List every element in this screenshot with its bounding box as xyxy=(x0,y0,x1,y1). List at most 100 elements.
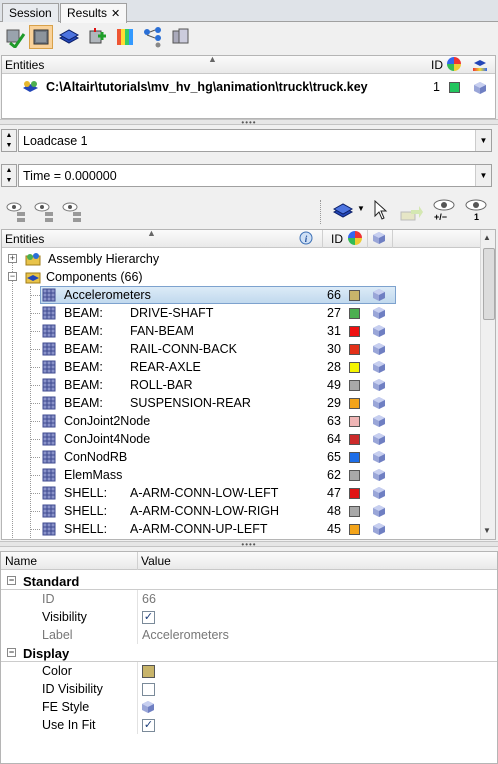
eye-hide-icon[interactable] xyxy=(33,200,57,227)
chevron-down-icon[interactable]: ▼ xyxy=(357,204,365,213)
loadcase-select[interactable]: Loadcase 1 ▼ xyxy=(18,129,492,152)
component-row[interactable]: BEAM: REAR-AXLE 28 xyxy=(2,358,480,376)
component-row[interactable]: ConJoint4Node 64 xyxy=(2,430,480,448)
component-row[interactable]: SHELL: A-ARM-CONN-UP-LEFT 45 xyxy=(2,520,480,538)
fe-style-icon[interactable] xyxy=(372,342,386,356)
chevron-down-icon[interactable]: ▼ xyxy=(475,165,491,186)
fe-style-icon[interactable] xyxy=(372,414,386,428)
tree-hierarchy-icon[interactable] xyxy=(141,25,165,49)
property-row[interactable]: Label Accelerometers xyxy=(1,626,497,644)
component-color-swatch[interactable] xyxy=(349,308,360,319)
component-color-swatch[interactable] xyxy=(349,470,360,481)
component-color-swatch[interactable] xyxy=(349,362,360,373)
component-color-swatch[interactable] xyxy=(349,326,360,337)
component-row[interactable]: BEAM: DRIVE-SHAFT 27 xyxy=(2,304,480,322)
scroll-thumb[interactable] xyxy=(483,248,495,320)
component-row[interactable]: ElemMass 62 xyxy=(2,466,480,484)
fe-style-icon[interactable] xyxy=(372,522,386,536)
fe-style-icon[interactable] xyxy=(372,378,386,392)
chevron-down-icon[interactable]: ▼ xyxy=(475,130,491,151)
tab-session[interactable]: Session xyxy=(2,3,59,22)
splitter-1[interactable]: •••• xyxy=(0,119,498,127)
fe-style-icon[interactable] xyxy=(372,288,386,302)
model-color-swatch[interactable] xyxy=(449,82,460,93)
splitter-2[interactable]: •••• xyxy=(0,541,498,549)
add-result-icon[interactable] xyxy=(85,25,109,49)
property-section[interactable]: − Display xyxy=(1,644,497,662)
tree-item-assembly-hierarchy[interactable]: + Assembly Hierarchy xyxy=(2,250,480,268)
eye-show-icon[interactable] xyxy=(5,200,29,227)
time-spinner[interactable]: ▲ ▼ xyxy=(1,164,17,187)
fe-style-icon[interactable] xyxy=(372,306,386,320)
model-fe-style-icon[interactable] xyxy=(473,81,487,95)
component-row[interactable]: SHELL: A-ARM-CONN-LOW-LEFT 47 xyxy=(2,484,480,502)
tree-item-components[interactable]: − Components (66) xyxy=(2,268,480,286)
id-column-header[interactable]: ID xyxy=(331,232,343,246)
apply-results-icon[interactable] xyxy=(3,25,27,49)
time-select[interactable]: Time = 0.000000 ▼ xyxy=(18,164,492,187)
fe-style-icon[interactable] xyxy=(141,700,155,714)
component-color-swatch[interactable] xyxy=(349,344,360,355)
property-row[interactable]: ID 66 xyxy=(1,590,497,608)
fe-style-icon[interactable] xyxy=(372,486,386,500)
open-model-icon[interactable] xyxy=(29,25,53,49)
fe-style-icon[interactable] xyxy=(372,360,386,374)
id-column-header[interactable]: ID xyxy=(431,58,443,72)
property-color-swatch[interactable] xyxy=(142,665,155,678)
collapse-icon[interactable]: − xyxy=(7,576,16,585)
property-row[interactable]: ID Visibility xyxy=(1,680,497,698)
close-icon[interactable]: ✕ xyxy=(111,8,120,20)
entities-column-header[interactable]: Entities xyxy=(5,58,44,72)
collapse-icon[interactable]: − xyxy=(8,272,17,281)
tab-results[interactable]: Results ✕ xyxy=(60,3,128,23)
fe-style-icon[interactable] xyxy=(372,504,386,518)
info-icon[interactable]: i xyxy=(299,231,313,248)
eye-toggle-icon[interactable] xyxy=(61,200,85,227)
model-row[interactable]: C:\Altair\tutorials\mv_hv_hg\animation\t… xyxy=(2,78,495,96)
layers-icon[interactable] xyxy=(332,202,354,223)
scroll-up-icon[interactable]: ▲ xyxy=(483,233,491,242)
name-column-header[interactable]: Name xyxy=(5,554,37,568)
export-icon[interactable] xyxy=(399,204,423,225)
component-row[interactable]: BEAM: SUSPENSION-REAR 29 xyxy=(2,394,480,412)
scroll-down-icon[interactable]: ▼ xyxy=(483,526,491,535)
fe-style-icon[interactable] xyxy=(372,432,386,446)
loadcase-spinner[interactable]: ▲ ▼ xyxy=(1,129,17,152)
tree-scrollbar[interactable]: ▲ ▼ xyxy=(480,230,495,539)
components-stack-icon[interactable] xyxy=(169,25,193,49)
pointer-icon[interactable] xyxy=(373,199,389,223)
component-color-swatch[interactable] xyxy=(349,434,360,445)
fe-style-icon[interactable] xyxy=(372,396,386,410)
component-color-swatch[interactable] xyxy=(349,506,360,517)
collapse-icon[interactable]: − xyxy=(7,648,16,657)
component-row[interactable]: Accelerometers 66 xyxy=(2,286,480,304)
component-row[interactable]: BEAM: ROLL-BAR 49 xyxy=(2,376,480,394)
component-row[interactable]: BEAM: FAN-BEAM 31 xyxy=(2,322,480,340)
component-color-swatch[interactable] xyxy=(349,488,360,499)
property-checkbox[interactable]: ✓ xyxy=(142,611,155,624)
component-row[interactable]: BEAM: RAIL-CONN-BACK 30 xyxy=(2,340,480,358)
component-color-swatch[interactable] xyxy=(349,416,360,427)
property-row[interactable]: Color xyxy=(1,662,497,680)
property-row[interactable]: Use In Fit ✓ xyxy=(1,716,497,734)
component-color-swatch[interactable] xyxy=(349,380,360,391)
fe-style-icon[interactable] xyxy=(372,468,386,482)
layers-icon[interactable] xyxy=(57,25,81,49)
component-row[interactable]: ConJoint2Node 63 xyxy=(2,412,480,430)
fe-style-icon[interactable] xyxy=(372,450,386,464)
entities-column-header[interactable]: Entities xyxy=(5,232,44,246)
component-color-swatch[interactable] xyxy=(349,452,360,463)
component-color-swatch[interactable] xyxy=(349,398,360,409)
component-color-swatch[interactable] xyxy=(349,290,360,301)
component-row[interactable]: SHELL: A-ARM-CONN-LOW-RIGH 48 xyxy=(2,502,480,520)
component-row[interactable]: ConNodRB 65 xyxy=(2,448,480,466)
expand-icon[interactable]: + xyxy=(8,254,17,263)
value-column-header[interactable]: Value xyxy=(141,554,171,568)
property-checkbox[interactable] xyxy=(142,683,155,696)
fe-style-icon[interactable] xyxy=(372,324,386,338)
property-row[interactable]: FE Style xyxy=(1,698,497,716)
contour-legend-icon[interactable] xyxy=(113,25,137,49)
property-row[interactable]: Visibility ✓ xyxy=(1,608,497,626)
property-section[interactable]: − Standard xyxy=(1,572,497,590)
property-checkbox[interactable]: ✓ xyxy=(142,719,155,732)
